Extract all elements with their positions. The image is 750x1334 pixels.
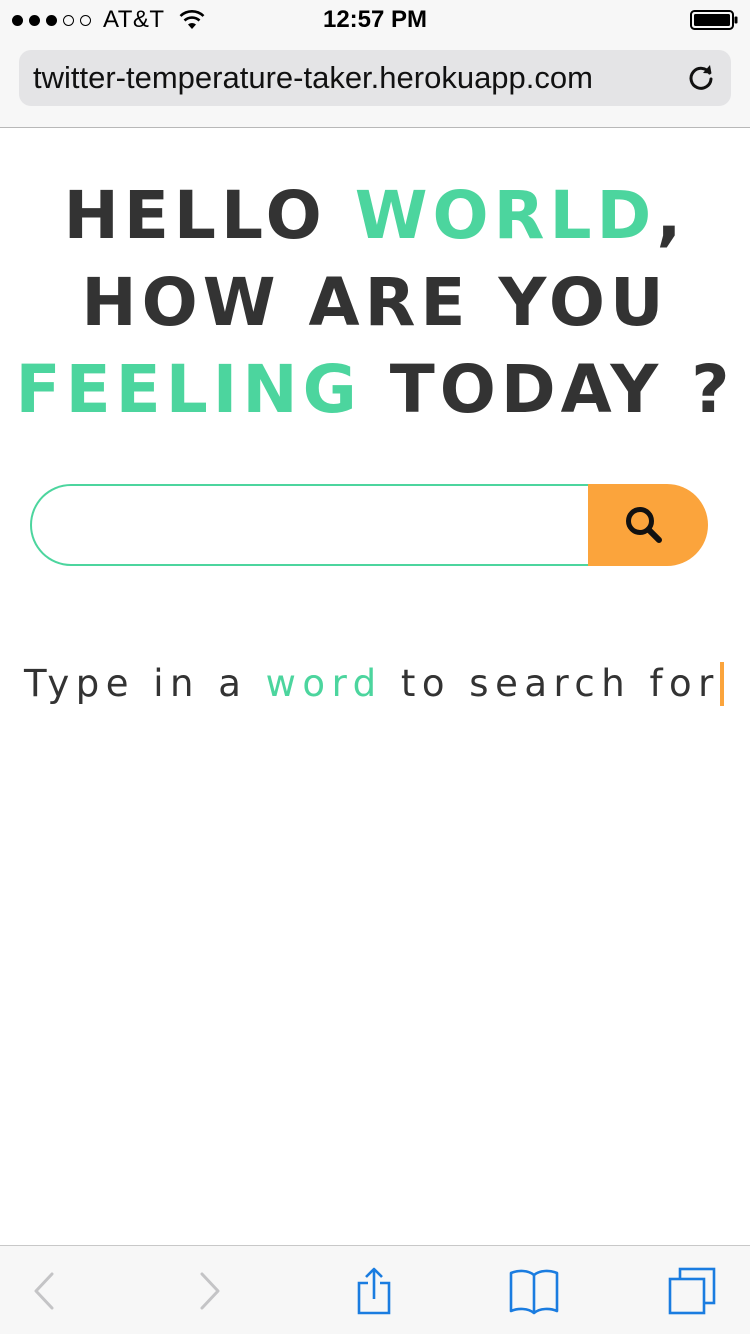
page-headline: HELLO WORLD, HOW ARE YOU FEELING TODAY ? [0, 172, 750, 433]
share-button[interactable] [346, 1264, 402, 1318]
typing-caret [720, 662, 724, 706]
search-icon [626, 507, 662, 543]
back-button[interactable] [16, 1264, 72, 1318]
search-button[interactable] [588, 484, 708, 566]
headline-feeling: FEELING [15, 351, 362, 428]
url-text[interactable]: twitter-temperature-taker.herokuapp.com [33, 50, 593, 106]
bookmarks-button[interactable] [506, 1264, 562, 1318]
chevron-right-icon [200, 1272, 220, 1310]
headline-comma: , [656, 177, 687, 254]
share-icon [357, 1267, 391, 1315]
chevron-left-icon [34, 1272, 54, 1310]
headline-line-1: HELLO WORLD, [0, 172, 750, 259]
prompt-after: to search for [382, 662, 720, 705]
search-input[interactable] [30, 484, 614, 566]
tabs-button[interactable] [664, 1264, 720, 1318]
headline-hello: HELLO [63, 177, 355, 254]
prompt-before: Type in a [24, 662, 266, 705]
status-bar: AT&T 12:57 PM [0, 0, 750, 40]
search-form [30, 484, 708, 566]
book-icon [509, 1269, 559, 1315]
forward-button[interactable] [182, 1264, 238, 1318]
headline-today: TODAY ? [361, 351, 735, 428]
headline-line-3: FEELING TODAY ? [0, 346, 750, 433]
status-time: 12:57 PM [322, 6, 428, 33]
address-bar[interactable]: twitter-temperature-taker.herokuapp.com [19, 50, 731, 106]
browser-toolbar [0, 1245, 750, 1334]
headline-world: WORLD [354, 177, 657, 254]
prompt-accent-word: word [265, 662, 383, 705]
reload-icon[interactable] [685, 62, 717, 94]
typing-prompt: Type in a word to search for [24, 656, 720, 712]
browser-address-area: twitter-temperature-taker.herokuapp.com [0, 40, 750, 128]
tabs-icon [668, 1267, 716, 1315]
headline-line-2: HOW ARE YOU [81, 264, 669, 341]
battery-icon [690, 10, 738, 30]
